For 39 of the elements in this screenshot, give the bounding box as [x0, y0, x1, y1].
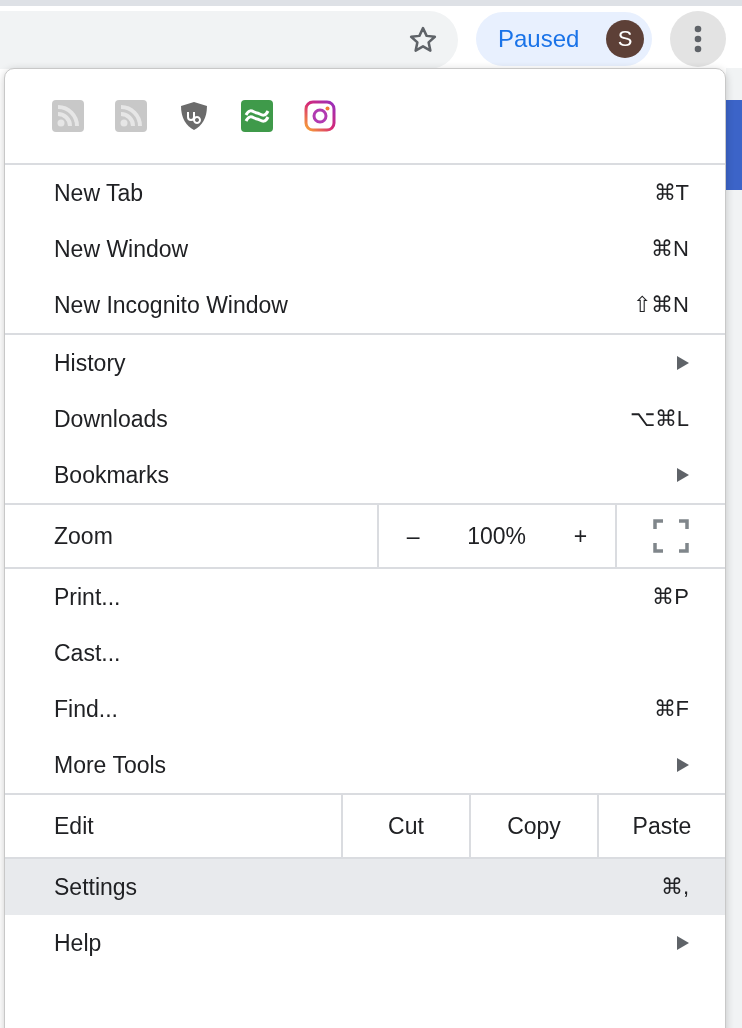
shortcut: ⌘N — [651, 236, 689, 262]
menu-item[interactable]: More Tools — [5, 737, 725, 793]
shortcut: ⌘T — [653, 180, 689, 206]
submenu-arrow-icon — [677, 468, 689, 482]
menu-item[interactable]: New Window ⌘N — [5, 221, 725, 277]
submenu-arrow-icon — [677, 936, 689, 950]
menu-item[interactable]: History — [5, 335, 725, 391]
menu-item[interactable]: Cast... — [5, 625, 725, 681]
shortcut: ⌘F — [653, 696, 689, 722]
menu-item[interactable]: Print... ⌘P — [5, 569, 725, 625]
menu-item[interactable]: Downloads ⌥⌘L — [5, 391, 725, 447]
menu-item[interactable]: Find... ⌘F — [5, 681, 725, 737]
shortcut: ⌘, — [660, 874, 689, 900]
star-icon[interactable] — [408, 25, 438, 55]
edit-action-button[interactable]: Paste — [597, 795, 725, 857]
shortcut: ⌘P — [652, 584, 689, 610]
fullscreen-button[interactable] — [615, 505, 725, 567]
profile-button[interactable]: Paused S — [476, 12, 652, 66]
shortcut: ⌥⌘L — [629, 406, 689, 432]
menu-label: Edit — [54, 812, 94, 840]
zoom-level: 100% — [467, 522, 527, 550]
shield-icon[interactable] — [178, 100, 210, 132]
menu-item[interactable]: New Tab ⌘T — [5, 165, 725, 221]
menu-button[interactable] — [670, 11, 726, 67]
menu-item[interactable]: Settings ⌘, — [5, 859, 725, 915]
avatar: S — [606, 20, 644, 58]
menu-item[interactable]: Help — [5, 915, 725, 971]
fullscreen-icon — [653, 519, 689, 553]
menu-item[interactable]: New Incognito Window ⇧⌘N — [5, 277, 725, 333]
more-icon — [694, 25, 702, 53]
submenu-arrow-icon — [677, 758, 689, 772]
zoom-out-button[interactable]: – — [398, 518, 428, 554]
shortcut: ⇧⌘N — [633, 292, 689, 318]
menu-label: Zoom — [54, 522, 113, 550]
zoom-in-button[interactable]: + — [565, 518, 596, 554]
sync-icon[interactable] — [241, 100, 273, 132]
camera-icon[interactable] — [304, 100, 336, 132]
menu-item[interactable]: Bookmarks — [5, 447, 725, 503]
submenu-arrow-icon — [677, 356, 689, 370]
